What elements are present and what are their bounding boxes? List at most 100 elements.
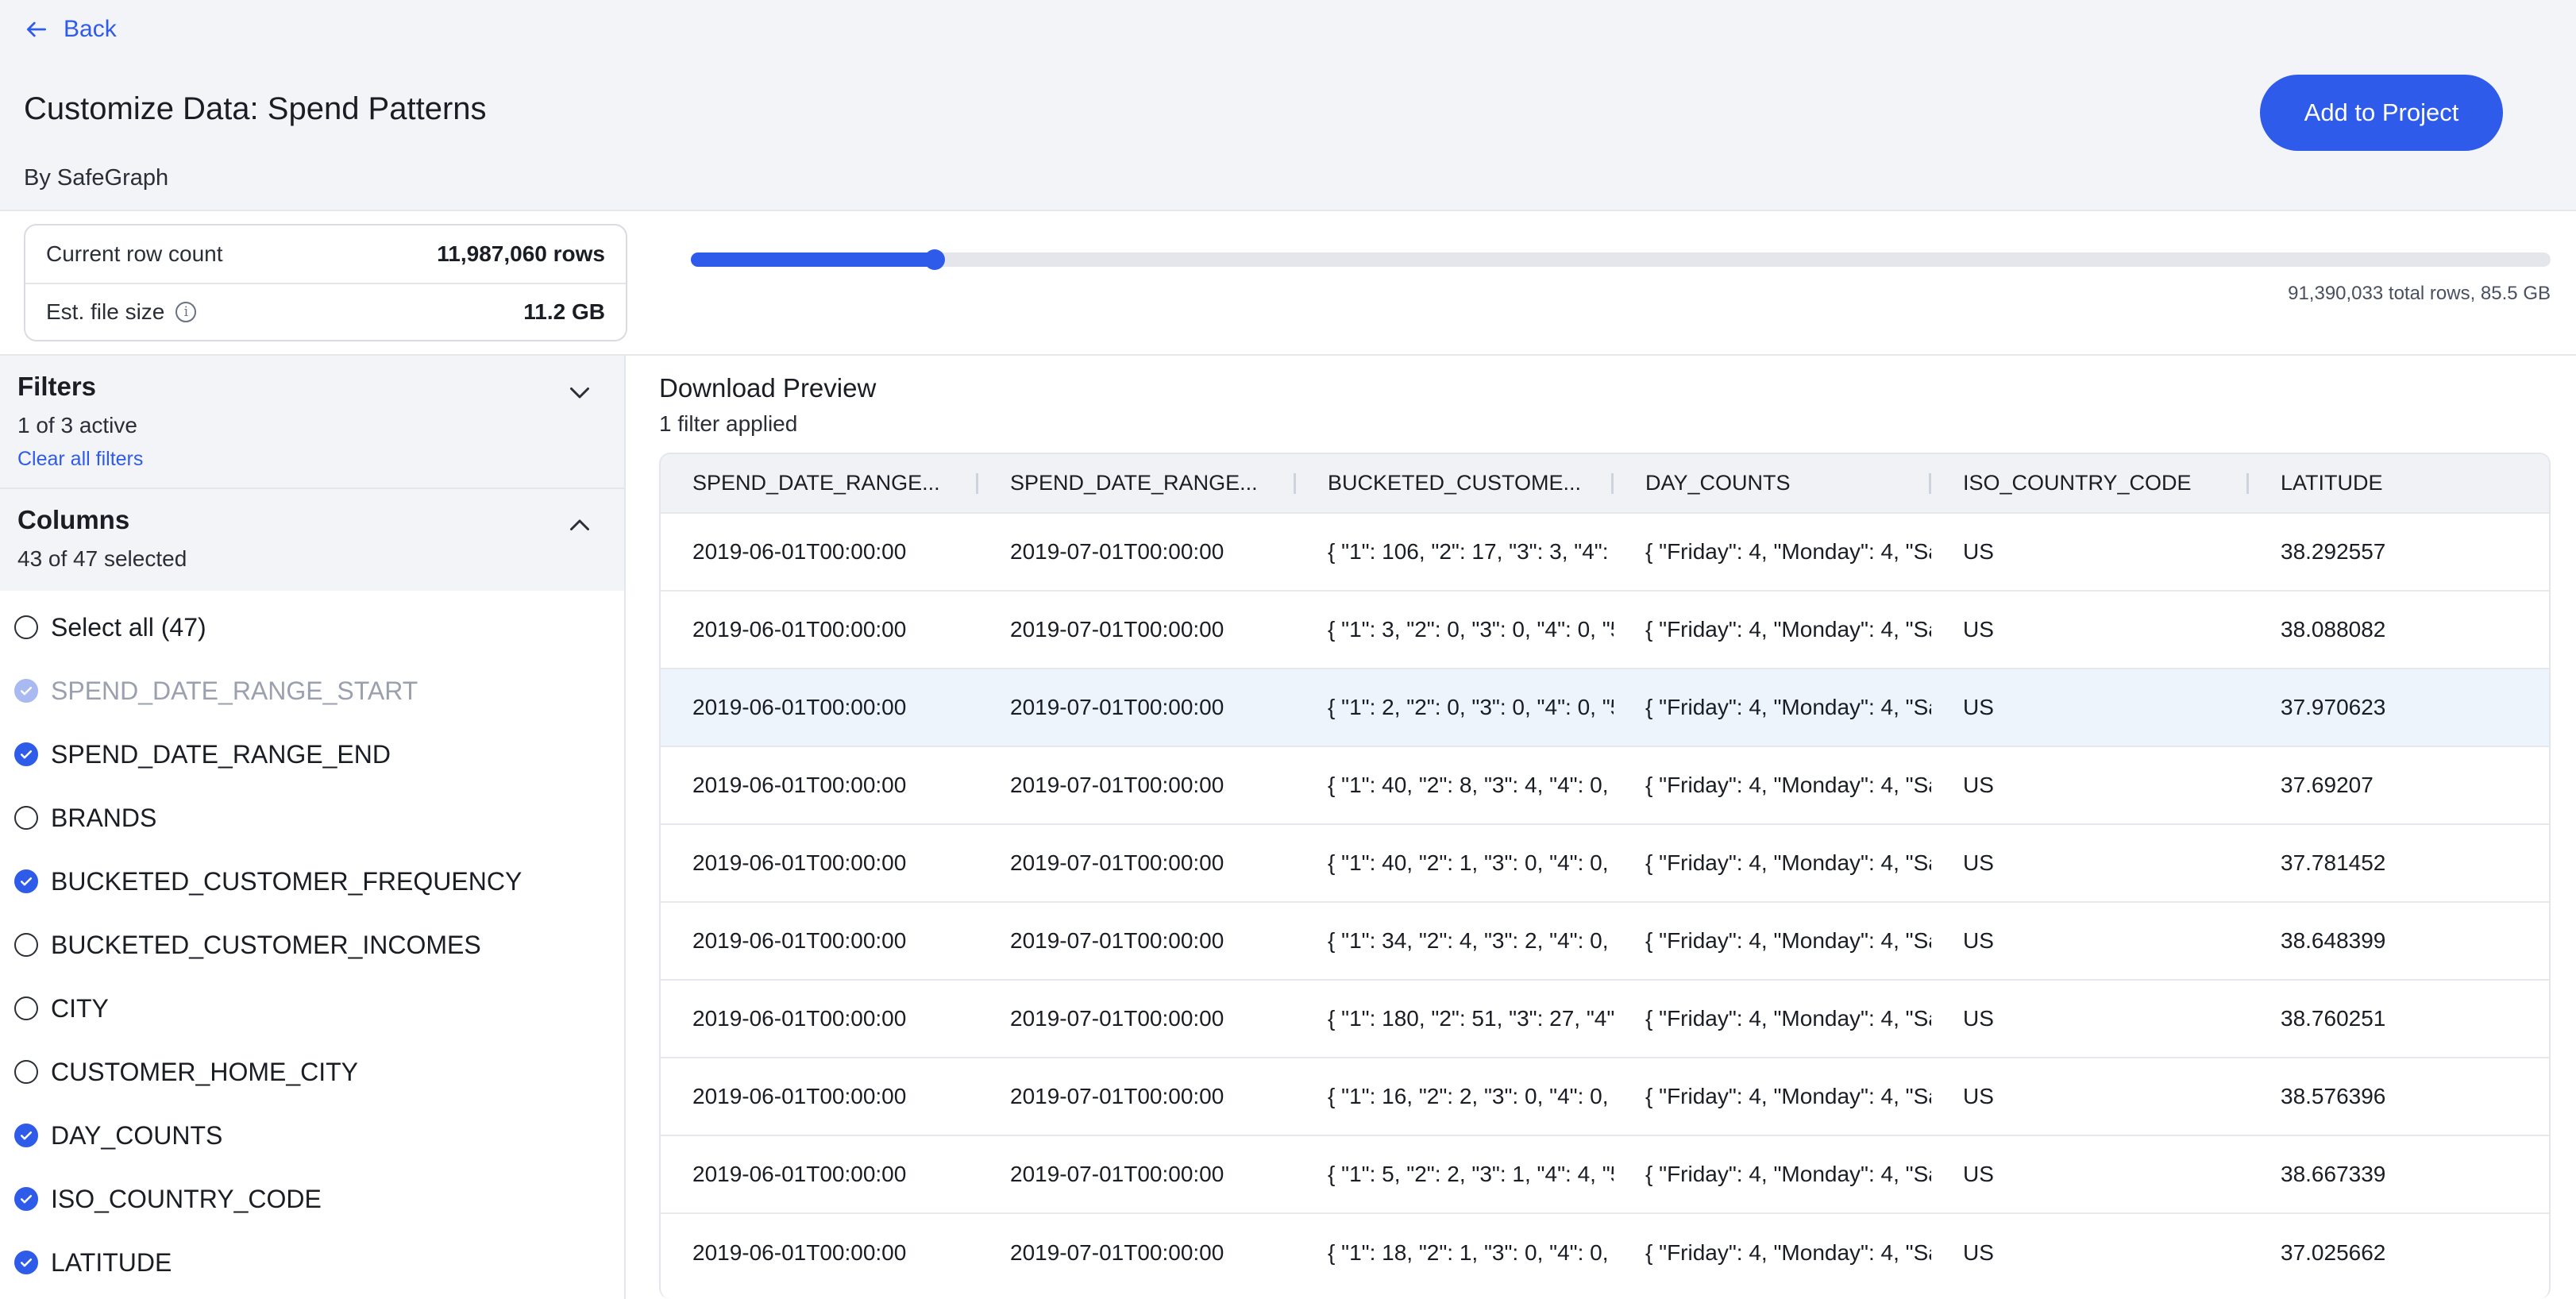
column-option-label: SPEND_DATE_RANGE_END: [51, 739, 391, 769]
cell-value: { "Friday": 4, "Monday": 4, "Sa: [1645, 695, 1931, 719]
table-row[interactable]: 2019-06-01T00:00:00 2019-07-01T00:00:00 { …: [661, 590, 2549, 669]
column-header[interactable]: SPEND_DATE_RANGE...: [978, 454, 1296, 513]
column-option-label: SPEND_DATE_RANGE_START: [51, 676, 418, 705]
row-slider-thumb[interactable]: [924, 249, 946, 270]
column-option[interactable]: DAY_COUNTS: [0, 1104, 624, 1167]
column-option[interactable]: Select all (47): [0, 596, 624, 659]
column-option[interactable]: CITY: [0, 977, 624, 1040]
column-option-label: CUSTOMER_HOME_CITY: [51, 1057, 359, 1086]
info-icon[interactable]: i: [175, 302, 197, 322]
table-cell: { "1": 34, "2": 4, "3": 2, "4": 0, ": [1296, 901, 1614, 980]
table-row[interactable]: 2019-06-01T00:00:00 2019-07-01T00:00:00 { …: [661, 1057, 2549, 1135]
cell-value: 2019-06-01T00:00:00: [692, 773, 907, 797]
table-cell: 2019-07-01T00:00:00: [978, 512, 1296, 591]
table-row[interactable]: 2019-06-01T00:00:00 2019-07-01T00:00:00 { …: [661, 1212, 2549, 1291]
cell-value: 2019-07-01T00:00:00: [1010, 617, 1224, 642]
table-cell: US: [1931, 823, 2249, 902]
filters-title: Filters: [17, 372, 97, 401]
column-option[interactable]: ISO_COUNTRY_CODE: [0, 1167, 624, 1231]
cell-value: US: [1963, 850, 1994, 875]
table-cell: 2019-06-01T00:00:00: [661, 901, 978, 980]
column-header[interactable]: DAY_COUNTS: [1614, 454, 1931, 513]
column-option-label: BUCKETED_CUSTOMER_FREQUENCY: [51, 866, 523, 896]
table-row[interactable]: 2019-06-01T00:00:00 2019-07-01T00:00:00 { …: [661, 979, 2549, 1058]
table-row[interactable]: 2019-06-01T00:00:00 2019-07-01T00:00:00 { …: [661, 823, 2549, 902]
table-cell: 37.970623: [2249, 668, 2549, 746]
table-row[interactable]: 2019-06-01T00:00:00 2019-07-01T00:00:00 { …: [661, 512, 2549, 591]
cell-value: 2019-07-01T00:00:00: [1010, 1084, 1224, 1108]
column-option[interactable]: BUCKETED_CUSTOMER_FREQUENCY: [0, 850, 624, 913]
back-label[interactable]: Back: [64, 16, 117, 43]
table-header-row: SPEND_DATE_RANGE... SPEND_DATE_RANGE... BU…: [661, 454, 2549, 513]
column-option[interactable]: SPEND_DATE_RANGE_END: [0, 723, 624, 786]
table-row[interactable]: 2019-06-01T00:00:00 2019-07-01T00:00:00 { …: [661, 746, 2549, 824]
table-row[interactable]: 2019-06-01T00:00:00 2019-07-01T00:00:00 { …: [661, 1135, 2549, 1213]
table-row[interactable]: 2019-06-01T00:00:00 2019-07-01T00:00:00 { …: [661, 668, 2549, 746]
column-header[interactable]: LATITUDE: [2249, 454, 2549, 513]
chevron-down-icon[interactable]: [565, 378, 594, 407]
columns-section-header[interactable]: Columns 43 of 47 selected: [0, 489, 624, 591]
table-cell: { "1": 2, "2": 0, "3": 0, "4": 0, "5: [1296, 668, 1614, 746]
table-cell: 2019-07-01T00:00:00: [978, 901, 1296, 980]
column-header-label: ISO_COUNTRY_CODE: [1963, 471, 2192, 495]
table-cell: 2019-06-01T00:00:00: [661, 512, 978, 591]
unchecked-circle-icon[interactable]: [14, 1060, 38, 1084]
table-cell: 2019-06-01T00:00:00: [661, 1212, 978, 1291]
chevron-up-icon[interactable]: [565, 511, 594, 540]
filters-section-header[interactable]: Filters 1 of 3 active Clear all filters: [0, 356, 624, 489]
cell-value: { "Friday": 4, "Monday": 4, "Sa: [1645, 1084, 1931, 1108]
checked-icon[interactable]: [14, 1187, 38, 1211]
table-cell: 38.648399: [2249, 901, 2549, 980]
column-header[interactable]: ISO_COUNTRY_CODE: [1931, 454, 2249, 513]
column-header[interactable]: BUCKETED_CUSTOME...: [1296, 454, 1614, 513]
unchecked-circle-icon[interactable]: [14, 806, 38, 830]
column-option[interactable]: BUCKETED_CUSTOMER_INCOMES: [0, 913, 624, 977]
row-count-label: Current row count: [46, 241, 223, 266]
total-rows-caption: 91,390,033 total rows, 85.5 GB: [2288, 283, 2551, 304]
table-cell: { "1": 16, "2": 2, "3": 0, "4": 0, ": [1296, 1057, 1614, 1135]
column-header-label: DAY_COUNTS: [1645, 471, 1791, 495]
table-cell: 2019-06-01T00:00:00: [661, 668, 978, 746]
unchecked-circle-icon[interactable]: [14, 933, 38, 957]
checked-icon[interactable]: [14, 869, 38, 893]
table-cell: 37.69207: [2249, 746, 2549, 824]
table-cell: { "Friday": 4, "Monday": 4, "Sa: [1614, 901, 1931, 980]
column-option[interactable]: CUSTOMER_HOME_CITY: [0, 1040, 624, 1104]
cell-value: { "1": 5, "2": 2, "3": 1, "4": 4, "5: [1328, 1162, 1614, 1186]
table-cell: { "1": 18, "2": 1, "3": 0, "4": 0, ": [1296, 1212, 1614, 1291]
unchecked-circle-icon[interactable]: [14, 615, 38, 639]
checked-icon[interactable]: [14, 1251, 38, 1274]
table-cell: { "1": 40, "2": 1, "3": 0, "4": 0, ": [1296, 823, 1614, 902]
table-cell: US: [1931, 1057, 2249, 1135]
table-body: 2019-06-01T00:00:00 2019-07-01T00:00:00 { …: [661, 512, 2549, 1291]
cell-value: 38.088082: [2281, 617, 2386, 642]
row-slider-track[interactable]: [691, 249, 2551, 270]
column-option[interactable]: BRANDS: [0, 786, 624, 850]
cell-value: 37.69207: [2281, 773, 2374, 797]
column-header[interactable]: SPEND_DATE_RANGE...: [661, 454, 978, 513]
cell-value: 2019-07-01T00:00:00: [1010, 1239, 1224, 1265]
table-cell: { "Friday": 4, "Monday": 4, "Sa: [1614, 668, 1931, 746]
unchecked-circle-icon[interactable]: [14, 996, 38, 1020]
table-cell: 37.781452: [2249, 823, 2549, 902]
table-cell: 2019-07-01T00:00:00: [978, 979, 1296, 1058]
table-cell: 2019-06-01T00:00:00: [661, 1057, 978, 1135]
file-size-label: Est. file size: [46, 299, 165, 324]
checked-icon[interactable]: [14, 1124, 38, 1147]
column-option-label: BRANDS: [51, 803, 157, 832]
cell-value: { "1": 18, "2": 1, "3": 0, "4": 0, ": [1328, 1239, 1614, 1265]
clear-all-filters-link[interactable]: Clear all filters: [17, 448, 607, 471]
column-option[interactable]: LATITUDE: [0, 1231, 624, 1294]
table-cell: 38.292557: [2249, 512, 2549, 591]
add-to-project-button[interactable]: Add to Project: [2260, 75, 2503, 151]
table-cell: 38.088082: [2249, 590, 2549, 669]
cell-value: US: [1963, 1006, 1994, 1031]
back-link[interactable]: Back: [24, 16, 117, 43]
cell-value: 2019-06-01T00:00:00: [692, 1239, 907, 1265]
column-list: Select all (47) SPEND_DATE_RANGE_START SPE…: [0, 591, 624, 1294]
table-cell: { "Friday": 4, "Monday": 4, "Sa: [1614, 512, 1931, 591]
column-option: SPEND_DATE_RANGE_START: [0, 659, 624, 723]
table-row[interactable]: 2019-06-01T00:00:00 2019-07-01T00:00:00 { …: [661, 901, 2549, 980]
checked-icon[interactable]: [14, 742, 38, 766]
column-option-label: BUCKETED_CUSTOMER_INCOMES: [51, 930, 481, 959]
